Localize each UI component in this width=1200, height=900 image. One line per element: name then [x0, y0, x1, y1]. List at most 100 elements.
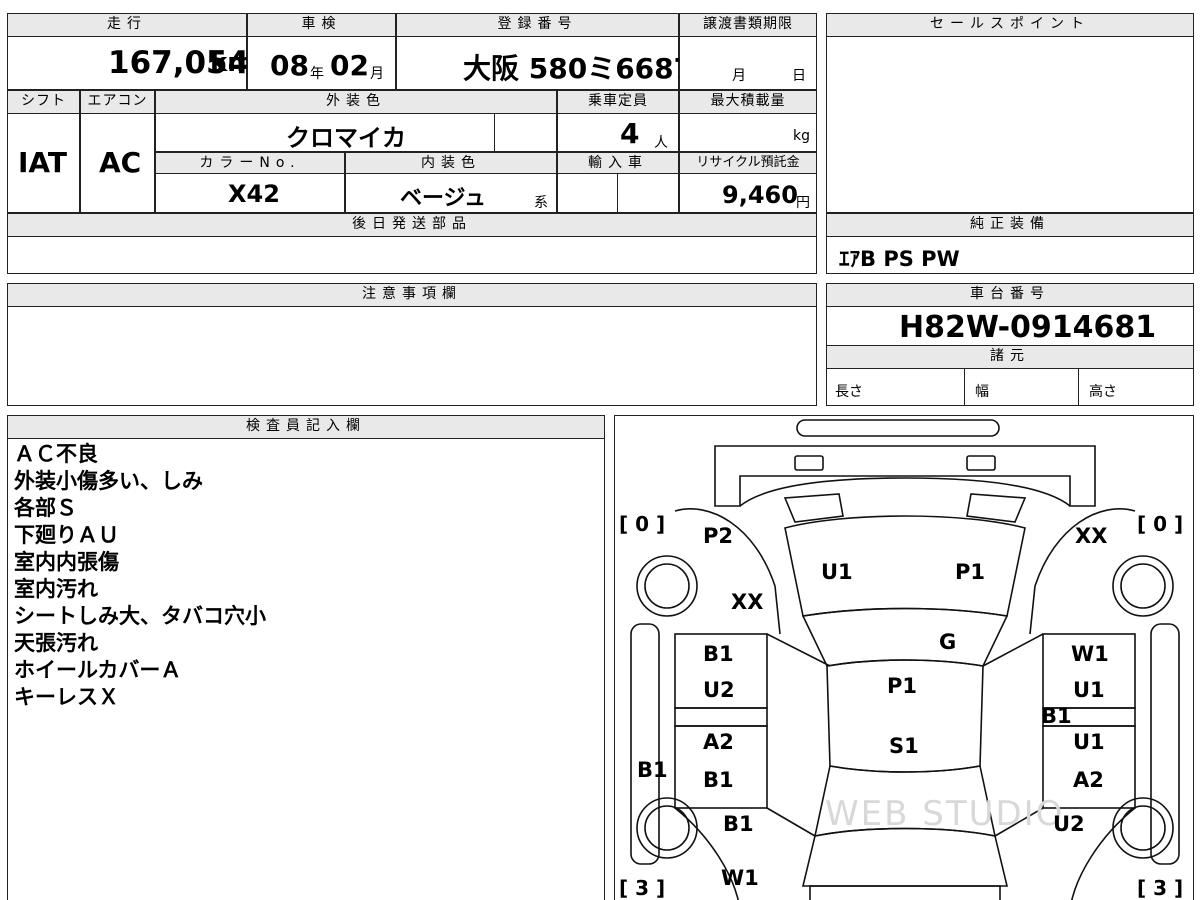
car-diagram-panel: WEB STUDIO [ 0 ] [ 0 ] [ 3 ] [ 3 ] P2 XX…: [614, 415, 1194, 900]
aircon-header: エアコン: [80, 90, 155, 114]
inspector-line: 各部Ｓ: [14, 496, 77, 520]
inspection-cell: 08 年 02 月: [247, 36, 396, 90]
inspection-month: 02: [330, 49, 369, 82]
damage-mark: A2: [703, 730, 734, 754]
damage-mark: U1: [1073, 730, 1105, 754]
damage-mark: B1: [637, 758, 668, 782]
exterior-color-cell: クロマイカ: [155, 113, 495, 152]
inspector-lines: ＡＣ不良 外装小傷多い、しみ 各部Ｓ 下廻りＡＵ 室内内張傷 室内汚れ シートし…: [14, 441, 266, 711]
transfer-month-unit: 月: [732, 68, 746, 84]
damage-mark: U1: [821, 560, 853, 584]
capacity-cell: 4 人: [557, 113, 679, 152]
damage-mark: XX: [1075, 524, 1108, 548]
interior-color-value: ベージュ: [400, 186, 487, 211]
import-cell-left: [557, 173, 618, 213]
height-cell: 高さ: [1078, 368, 1194, 406]
tire-front-left-depth: [ 0 ]: [619, 512, 666, 536]
inspection-header: 車検: [247, 13, 396, 37]
specs-header: 諸元: [826, 345, 1194, 369]
damage-mark: B1: [723, 812, 754, 836]
height-label: 高さ: [1089, 384, 1117, 400]
registration-cell: 大阪 580ミ6687: [396, 36, 693, 90]
exterior-color-extra-cell: [494, 113, 557, 152]
chassis-header: 車台番号: [826, 283, 1194, 307]
inspector-line: 室内内張傷: [14, 550, 119, 574]
inspection-year: 08: [270, 49, 309, 82]
inspector-line: キーレスＸ: [14, 685, 119, 709]
damage-mark: A2: [1073, 768, 1104, 792]
interior-color-header: 内装色: [345, 152, 557, 174]
damage-mark: B1: [1041, 704, 1072, 728]
mileage-cell: 167,054 km: [7, 36, 254, 90]
inspection-month-unit: 月: [370, 66, 384, 82]
later-parts-cell: [7, 236, 817, 274]
max-load-unit: kg: [793, 128, 810, 144]
damage-mark: P1: [887, 674, 918, 698]
exterior-color-header: 外装色: [155, 90, 557, 114]
shift-cell: IAT: [7, 113, 80, 213]
damage-mark: W1: [721, 866, 759, 890]
inspector-line: 下廻りＡＵ: [14, 523, 119, 547]
standard-equipment-cell: ｴｱB PS PW: [826, 236, 1194, 274]
inspector-cell: ＡＣ不良 外装小傷多い、しみ 各部Ｓ 下廻りＡＵ 室内内張傷 室内汚れ シートし…: [7, 438, 605, 900]
damage-mark: B1: [703, 768, 734, 792]
max-load-cell: kg: [679, 113, 817, 152]
length-cell: 長さ: [826, 368, 965, 406]
color-no-cell: X42: [155, 173, 345, 213]
standard-equipment-value: ｴｱB PS PW: [839, 247, 960, 271]
length-label: 長さ: [835, 384, 863, 400]
recycle-unit: 円: [796, 195, 810, 211]
chassis-value: H82W-0914681: [899, 310, 1157, 345]
interior-color-suffix: 系: [534, 195, 548, 211]
inspector-line: ＡＣ不良: [14, 442, 98, 466]
width-label: 幅: [975, 384, 989, 400]
inspector-line: シートしみ大、タバコ穴小: [14, 604, 266, 628]
capacity-header: 乗車定員: [557, 90, 679, 114]
aircon-value: AC: [99, 146, 142, 179]
sales-point-cell: [826, 36, 1194, 213]
recycle-cell: 9,460 円: [679, 173, 817, 213]
notes-cell: [7, 306, 817, 406]
recycle-value: 9,460: [722, 181, 798, 209]
damage-mark: XX: [731, 590, 764, 614]
damage-mark: W1: [1071, 642, 1109, 666]
damage-mark: U2: [1053, 812, 1085, 836]
color-no-header: カラーNo.: [155, 152, 345, 174]
shift-value: IAT: [18, 146, 68, 179]
inspector-header: 検査員記入欄: [7, 415, 605, 439]
interior-color-cell: ベージュ 系: [345, 173, 557, 213]
exterior-color-value: クロマイカ: [286, 124, 406, 152]
tire-rear-right-depth: [ 3 ]: [1137, 876, 1184, 900]
import-header: 輸入車: [557, 152, 679, 174]
transfer-deadline-header: 譲渡書類期限: [679, 13, 817, 37]
damage-mark: S1: [889, 734, 919, 758]
import-cell-right: [617, 173, 679, 213]
tire-rear-left-depth: [ 3 ]: [619, 876, 666, 900]
damage-mark: P2: [703, 524, 734, 548]
sales-point-header: セールスポイント: [826, 13, 1194, 37]
transfer-deadline-cell: 月 日: [679, 36, 817, 90]
inspector-line: 外装小傷多い、しみ: [14, 469, 203, 493]
tire-front-right-depth: [ 0 ]: [1137, 512, 1184, 536]
inspector-line: 天張汚れ: [14, 631, 98, 655]
watermark: WEB STUDIO: [825, 794, 1065, 834]
aircon-cell: AC: [80, 113, 155, 213]
damage-mark: U2: [703, 678, 735, 702]
standard-equipment-header: 純正装備: [826, 213, 1194, 237]
max-load-header: 最大積載量: [679, 90, 817, 114]
capacity-value: 4: [620, 117, 640, 150]
damage-mark: G: [939, 630, 957, 654]
recycle-header: リサイクル預託金: [679, 152, 817, 174]
width-cell: 幅: [964, 368, 1079, 406]
notes-header: 注意事項欄: [7, 283, 817, 307]
inspector-line: 室内汚れ: [14, 577, 98, 601]
capacity-unit: 人: [654, 135, 668, 151]
registration-value: 大阪 580ミ6687: [463, 52, 694, 85]
inspection-year-unit: 年: [310, 66, 324, 82]
damage-mark: U1: [1073, 678, 1105, 702]
color-no-value: X42: [228, 180, 280, 208]
mileage-header: 走行: [7, 13, 247, 37]
damage-mark: P1: [955, 560, 986, 584]
damage-mark: B1: [703, 642, 734, 666]
transfer-day-unit: 日: [792, 68, 806, 84]
